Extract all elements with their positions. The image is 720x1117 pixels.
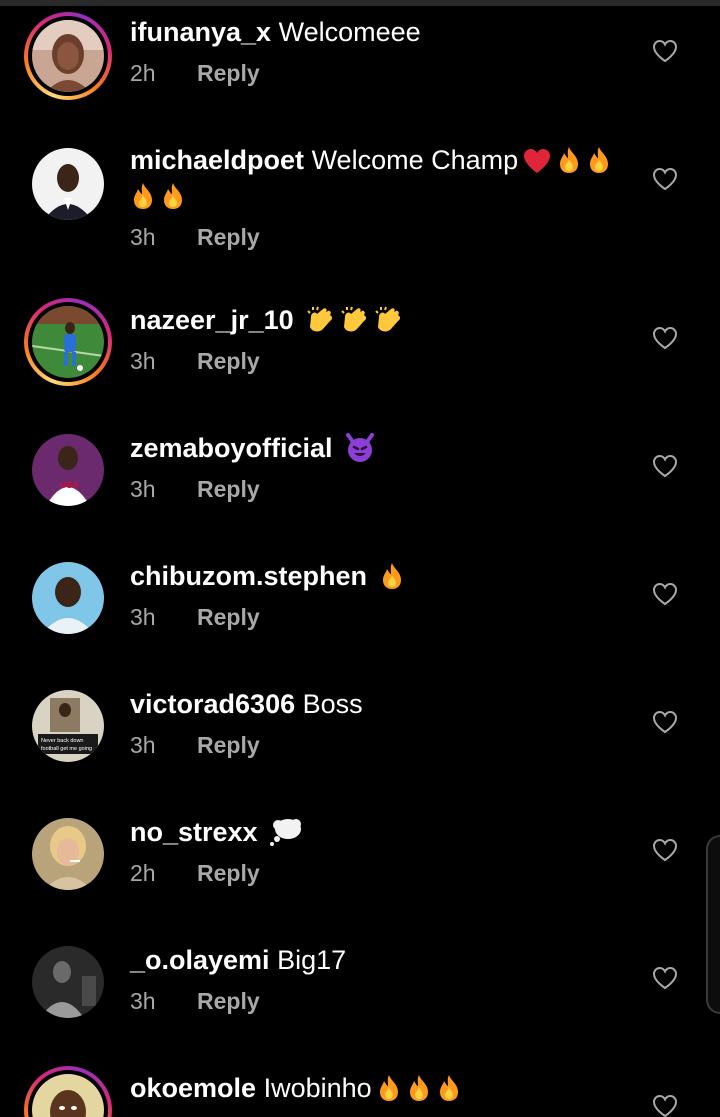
heart-outline-icon[interactable] — [652, 39, 678, 63]
heart-outline-icon[interactable] — [652, 167, 678, 191]
reply-button[interactable]: Reply — [197, 476, 260, 503]
avatar-caption: football get me going — [41, 746, 92, 752]
avatar[interactable] — [24, 1066, 112, 1117]
comment-text: Boss — [302, 689, 363, 719]
fire-emoji-icon — [134, 183, 152, 209]
comment-username[interactable]: nazeer_jr_10 — [130, 305, 294, 335]
reply-button[interactable]: Reply — [197, 224, 260, 251]
comment-time: 3h — [130, 476, 156, 502]
comment-text: Iwobinho — [263, 1073, 372, 1103]
comment-username[interactable]: no_strexx — [130, 817, 258, 847]
avatar[interactable] — [24, 140, 112, 228]
top-divider — [0, 0, 720, 6]
heart-outline-icon[interactable] — [652, 326, 678, 350]
fire-emoji-icon — [164, 183, 182, 209]
avatar[interactable] — [24, 810, 112, 898]
reply-button[interactable]: Reply — [197, 988, 260, 1015]
heart-outline-icon[interactable] — [652, 710, 678, 734]
comment-username[interactable]: _o.olayemi — [130, 945, 270, 975]
avatar[interactable]: USA — [24, 426, 112, 514]
avatar[interactable] — [24, 298, 112, 386]
svg-text:USA: USA — [60, 480, 80, 490]
fire-emoji-icon — [560, 147, 579, 173]
reply-button[interactable]: Reply — [197, 732, 260, 759]
comment-text: Big17 — [277, 945, 347, 975]
avatar[interactable]: Never back down football get me going — [24, 682, 112, 770]
comment-time: 3h — [130, 224, 156, 250]
comment-text: Welcomeee — [278, 17, 421, 47]
comment-username[interactable]: chibuzom.stephen — [130, 561, 367, 591]
comment-username[interactable]: okoemole — [130, 1073, 256, 1103]
heart-outline-icon[interactable] — [652, 1094, 678, 1117]
fire-emoji-icon — [409, 1075, 428, 1101]
reply-button[interactable]: Reply — [197, 348, 260, 375]
thought-balloon-emoji-icon — [270, 819, 302, 846]
comment-username[interactable]: ifunanya_x — [130, 17, 271, 47]
comment-time: 2h — [130, 860, 156, 886]
heart-outline-icon[interactable] — [652, 454, 678, 478]
smiling-devil-emoji-icon — [346, 433, 375, 462]
comment-time: 3h — [130, 348, 156, 374]
reply-button[interactable]: Reply — [197, 604, 260, 631]
heart-outline-icon[interactable] — [652, 966, 678, 990]
reply-button[interactable]: Reply — [197, 60, 260, 87]
clapping-hands-emoji-icon — [307, 306, 333, 332]
fire-emoji-icon — [379, 1075, 398, 1101]
fire-emoji-icon — [382, 563, 401, 589]
clapping-hands-emoji-icon — [375, 306, 401, 332]
heart-outline-icon[interactable] — [652, 838, 678, 862]
red-heart-emoji-icon — [524, 149, 551, 173]
fire-emoji-icon — [439, 1075, 458, 1101]
scrollbar-handle[interactable] — [706, 835, 720, 1014]
comment-time: 3h — [130, 732, 156, 758]
comment-username[interactable]: victorad6306 — [130, 689, 295, 719]
avatar[interactable] — [24, 938, 112, 1026]
avatar-caption: Never back down — [41, 738, 84, 744]
fire-emoji-icon — [590, 147, 609, 173]
comment-username[interactable]: zemaboyofficial — [130, 433, 333, 463]
reply-button[interactable]: Reply — [197, 860, 260, 887]
avatar[interactable] — [24, 554, 112, 642]
comment-username[interactable]: michaeldpoet — [130, 145, 304, 175]
comment-time: 3h — [130, 988, 156, 1014]
comment-time: 3h — [130, 604, 156, 630]
clapping-hands-emoji-icon — [341, 306, 367, 332]
comment-time: 2h — [130, 60, 156, 86]
avatar[interactable] — [24, 12, 112, 100]
comment-text: Welcome Champ — [311, 145, 519, 175]
heart-outline-icon[interactable] — [652, 582, 678, 606]
